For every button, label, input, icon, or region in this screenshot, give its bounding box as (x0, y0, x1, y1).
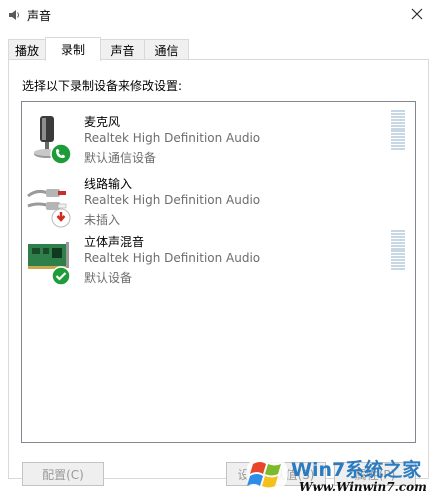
windows-logo-icon (246, 453, 288, 495)
device-name: 麦克风 (84, 115, 121, 129)
level-meter (391, 230, 405, 270)
unplugged-arrow-icon (51, 208, 71, 228)
list-item-stereo-mix[interactable]: 立体声混音 Realtek High Definition Audio 默认设备 (22, 230, 415, 290)
device-status: 默认设备 (84, 271, 133, 285)
device-driver: Realtek High Definition Audio (84, 251, 261, 265)
level-meter (391, 110, 405, 150)
device-driver: Realtek High Definition Audio (84, 193, 261, 207)
tab-sounds[interactable]: 声音 (100, 39, 145, 60)
close-icon (411, 8, 423, 20)
microphone-icon (34, 116, 72, 165)
phone-badge-icon (50, 143, 72, 165)
watermark-brand: Win7系统之家 (291, 459, 422, 481)
check-badge-icon (51, 266, 71, 286)
watermark-url: Www.Winwin7.com (299, 480, 427, 494)
list-item-line-in[interactable]: 线路输入 Realtek High Definition Audio 未插入 (22, 172, 415, 232)
line-in-cable-icon (27, 189, 71, 228)
sound-card-icon (28, 242, 71, 286)
list-item-microphone[interactable]: 麦克风 Realtek High Definition Audio 默认通信设备 (22, 110, 415, 170)
device-list[interactable]: 麦克风 Realtek High Definition Audio 默认通信设备… (21, 101, 416, 443)
device-driver: Realtek High Definition Audio (84, 131, 261, 145)
watermark: Win7系统之家 Www.Winwin7.com (243, 450, 433, 498)
window-title: 声音 (27, 9, 52, 23)
instruction-text: 选择以下录制设备来修改设置: (22, 79, 183, 93)
device-name: 立体声混音 (84, 235, 145, 249)
tab-communications[interactable]: 通信 (144, 39, 189, 60)
title-bar: 声音 (0, 0, 437, 30)
device-name: 线路输入 (84, 177, 133, 191)
device-status: 默认通信设备 (84, 151, 157, 165)
close-button[interactable] (397, 0, 437, 28)
device-status: 未插入 (84, 213, 121, 227)
tab-playback[interactable]: 播放 (8, 39, 46, 60)
speaker-icon (9, 10, 19, 20)
configure-button[interactable]: 配置(C) (22, 462, 104, 486)
tab-recording[interactable]: 录制 (45, 37, 101, 61)
